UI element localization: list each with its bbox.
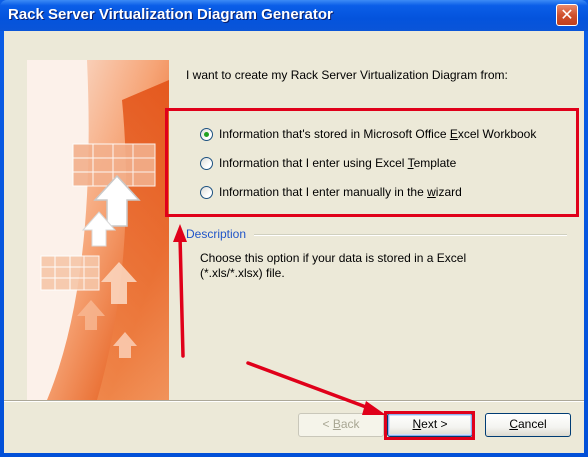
close-icon: ✕ [560, 5, 574, 24]
wizard-banner-graphic [27, 60, 169, 400]
radio-icon[interactable] [200, 127, 213, 141]
title-bar[interactable]: Rack Server Virtualization Diagram Gener… [0, 0, 588, 31]
close-button[interactable]: ✕ [556, 4, 578, 26]
description-heading: Description [186, 227, 247, 241]
cancel-button[interactable]: Cancel [485, 413, 571, 437]
wizard-client-area: I want to create my Rack Server Virtuali… [4, 31, 584, 453]
window-title: Rack Server Virtualization Diagram Gener… [8, 6, 333, 23]
back-button[interactable]: < Back [298, 413, 384, 437]
option-excel-template-label: Information that I enter using Excel Tem… [219, 156, 457, 170]
option-excel-template[interactable]: Information that I enter using Excel Tem… [200, 154, 456, 172]
wizard-prompt: I want to create my Rack Server Virtuali… [186, 68, 508, 82]
description-divider [254, 234, 567, 236]
option-excel-workbook-label: Information that's stored in Microsoft O… [219, 127, 537, 141]
radio-icon[interactable] [200, 185, 213, 199]
radio-icon[interactable] [200, 156, 213, 170]
wizard-window: Rack Server Virtualization Diagram Gener… [0, 0, 588, 457]
description-text: Choose this option if your data is store… [200, 251, 467, 280]
button-area-divider [4, 400, 584, 402]
option-manual-wizard-label: Information that I enter manually in the… [219, 185, 462, 199]
next-button[interactable]: Next > [387, 413, 473, 437]
option-manual-wizard[interactable]: Information that I enter manually in the… [200, 183, 462, 201]
option-excel-workbook[interactable]: Information that's stored in Microsoft O… [200, 125, 536, 143]
